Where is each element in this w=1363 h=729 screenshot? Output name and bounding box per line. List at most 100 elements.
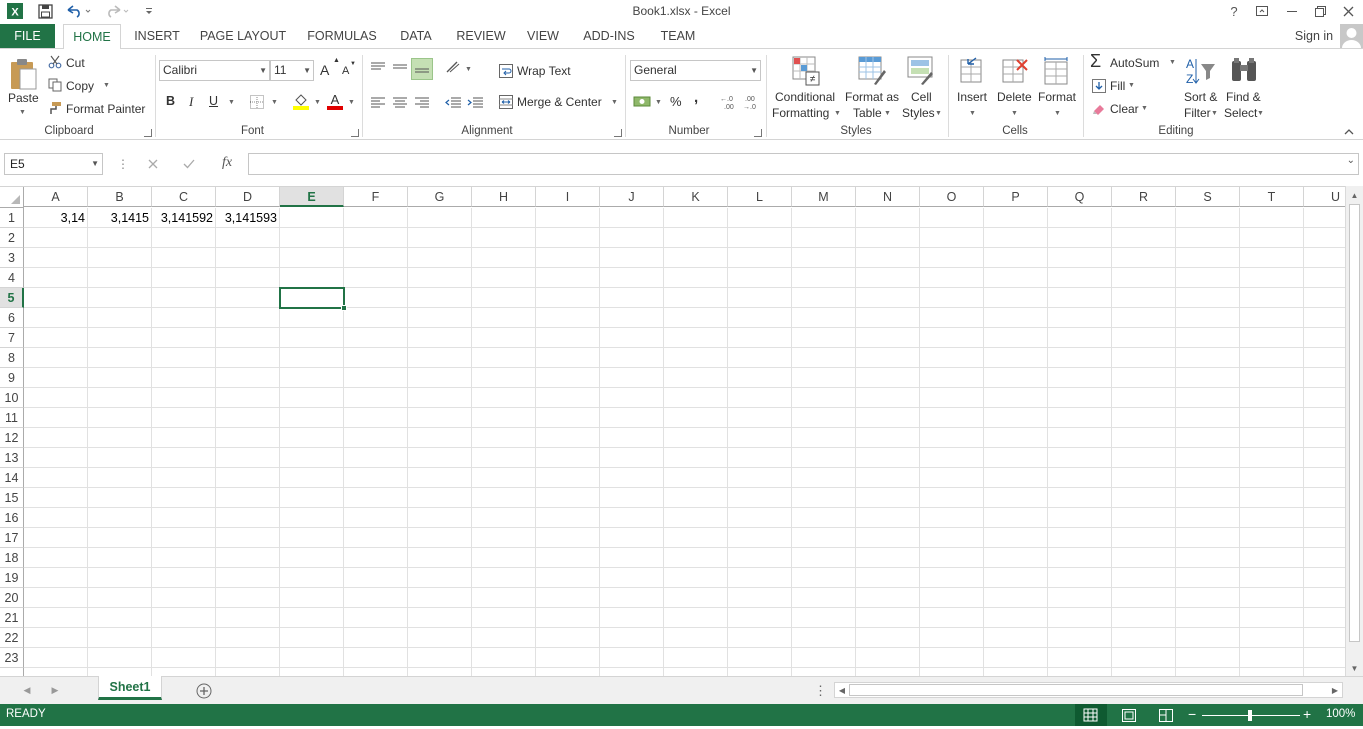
scroll-right-icon[interactable]: ▶ [1329, 684, 1341, 696]
copy-button[interactable]: Copy [66, 79, 94, 93]
vertical-scrollbar[interactable]: ▲ ▼ [1345, 186, 1363, 676]
increase-decimal-icon[interactable]: ←.0.00 [718, 93, 738, 111]
scroll-up-icon[interactable]: ▲ [1347, 189, 1362, 201]
row-header-3[interactable]: 3 [0, 248, 24, 268]
format-as-table-line2[interactable]: Table [853, 106, 882, 120]
tab-add-ins[interactable]: ADD-INS [578, 24, 640, 48]
clear-dropdown-icon[interactable]: ▼ [1141, 105, 1148, 112]
tab-data[interactable]: DATA [393, 24, 439, 48]
alignment-launcher-icon[interactable] [614, 129, 622, 137]
column-header-h[interactable]: H [472, 187, 536, 207]
sheet-tab-sheet1[interactable]: Sheet1 [98, 676, 162, 700]
column-header-b[interactable]: B [88, 187, 152, 207]
fill-handle[interactable] [341, 305, 347, 311]
format-button[interactable]: Format [1038, 90, 1076, 104]
column-header-f[interactable]: F [344, 187, 408, 207]
column-header-s[interactable]: S [1176, 187, 1240, 207]
font-color-dropdown-icon[interactable]: ▼ [348, 99, 355, 106]
row-header-22[interactable]: 22 [0, 628, 24, 648]
collapse-ribbon-icon[interactable] [1343, 125, 1355, 137]
currency-icon[interactable] [632, 93, 652, 111]
cell-b1[interactable]: 3,1415 [88, 208, 151, 228]
number-launcher-icon[interactable] [754, 129, 762, 137]
column-header-e[interactable]: E [280, 187, 344, 207]
align-left-icon[interactable] [369, 94, 387, 110]
paste-icon[interactable] [8, 55, 38, 93]
fill-dropdown-icon[interactable]: ▼ [1128, 82, 1135, 89]
cell-styles-line1[interactable]: Cell [911, 90, 932, 104]
italic-button[interactable]: I [189, 94, 193, 110]
number-format-combo[interactable]: General ▼ [630, 60, 761, 81]
cut-button[interactable]: Cut [66, 56, 85, 70]
insert-dropdown-icon[interactable]: ▼ [969, 110, 976, 117]
align-bottom-icon[interactable] [411, 58, 433, 80]
expand-formula-bar-icon[interactable]: ⌄ [1347, 155, 1355, 166]
confirm-entry-icon[interactable] [179, 156, 199, 172]
new-sheet-icon[interactable] [195, 682, 212, 699]
column-header-k[interactable]: K [664, 187, 728, 207]
currency-dropdown-icon[interactable]: ▼ [655, 99, 662, 106]
row-header-15[interactable]: 15 [0, 488, 24, 508]
column-header-d[interactable]: D [216, 187, 280, 207]
fill-color-dropdown-icon[interactable]: ▼ [314, 99, 321, 106]
row-header-11[interactable]: 11 [0, 408, 24, 428]
column-header-r[interactable]: R [1112, 187, 1176, 207]
help-button[interactable]: ? [1220, 0, 1248, 22]
name-box[interactable]: E5 ▼ [4, 153, 103, 175]
fill-color-icon[interactable] [292, 92, 310, 110]
cell-styles-line2[interactable]: Styles [902, 106, 935, 120]
row-header-5[interactable]: 5 [0, 288, 24, 308]
tab-review[interactable]: REVIEW [452, 24, 510, 48]
row-header-21[interactable]: 21 [0, 608, 24, 628]
column-header-i[interactable]: I [536, 187, 600, 207]
paste-dropdown-icon[interactable]: ▼ [19, 109, 26, 116]
align-center-icon[interactable] [391, 94, 409, 110]
column-header-q[interactable]: Q [1048, 187, 1112, 207]
column-header-u[interactable]: U [1304, 187, 1345, 207]
format-dropdown-icon[interactable]: ▼ [1054, 110, 1061, 117]
row-header-7[interactable]: 7 [0, 328, 24, 348]
column-header-n[interactable]: N [856, 187, 920, 207]
select-all-button[interactable] [0, 187, 24, 208]
page-layout-view-icon[interactable] [1120, 707, 1138, 723]
column-header-m[interactable]: M [792, 187, 856, 207]
zoom-level[interactable]: 100% [1326, 708, 1355, 720]
borders-dropdown-icon[interactable]: ▼ [271, 99, 278, 106]
wrap-text-button[interactable]: Wrap Text [517, 64, 571, 78]
format-table-dropdown-icon[interactable]: ▼ [884, 110, 891, 117]
column-header-a[interactable]: A [24, 187, 88, 207]
chevron-down-icon[interactable]: ▼ [91, 154, 99, 174]
autosum-dropdown-icon[interactable]: ▼ [1169, 59, 1176, 66]
conditional-formatting-line2[interactable]: Formatting [772, 106, 829, 120]
shrink-font-button[interactable]: A [342, 65, 349, 77]
format-painter-button[interactable]: Format Painter [66, 102, 145, 116]
row-header-14[interactable]: 14 [0, 468, 24, 488]
row-header-2[interactable]: 2 [0, 228, 24, 248]
decrease-decimal-icon[interactable]: .00 →.0 [741, 93, 761, 111]
row-header-10[interactable]: 10 [0, 388, 24, 408]
active-cell[interactable] [279, 287, 345, 309]
conditional-formatting-line1[interactable]: Conditional [775, 90, 835, 104]
column-header-c[interactable]: C [152, 187, 216, 207]
align-top-icon[interactable] [369, 59, 387, 75]
next-sheet-icon[interactable]: ▶ [48, 683, 62, 697]
prev-sheet-icon[interactable]: ◀ [20, 683, 34, 697]
format-as-table-line1[interactable]: Format as [845, 90, 899, 104]
row-header-16[interactable]: 16 [0, 508, 24, 528]
copy-dropdown-icon[interactable]: ▼ [103, 82, 110, 89]
column-header-l[interactable]: L [728, 187, 792, 207]
ribbon-display-options-icon[interactable] [1248, 0, 1276, 22]
row-header-4[interactable]: 4 [0, 268, 24, 288]
font-size-combo[interactable]: 11 ▼ [270, 60, 314, 81]
borders-icon[interactable] [249, 94, 265, 110]
increase-indent-icon[interactable] [466, 94, 484, 110]
close-icon[interactable] [1334, 0, 1362, 22]
decrease-indent-icon[interactable] [444, 94, 462, 110]
row-header-23[interactable]: 23 [0, 648, 24, 668]
clear-button[interactable]: Clear [1110, 102, 1139, 116]
row-header-8[interactable]: 8 [0, 348, 24, 368]
align-right-icon[interactable] [413, 94, 431, 110]
zoom-out-icon[interactable]: − [1188, 706, 1198, 722]
normal-view-button[interactable] [1075, 704, 1107, 726]
find-select-dropdown-icon[interactable]: ▼ [1257, 110, 1264, 117]
